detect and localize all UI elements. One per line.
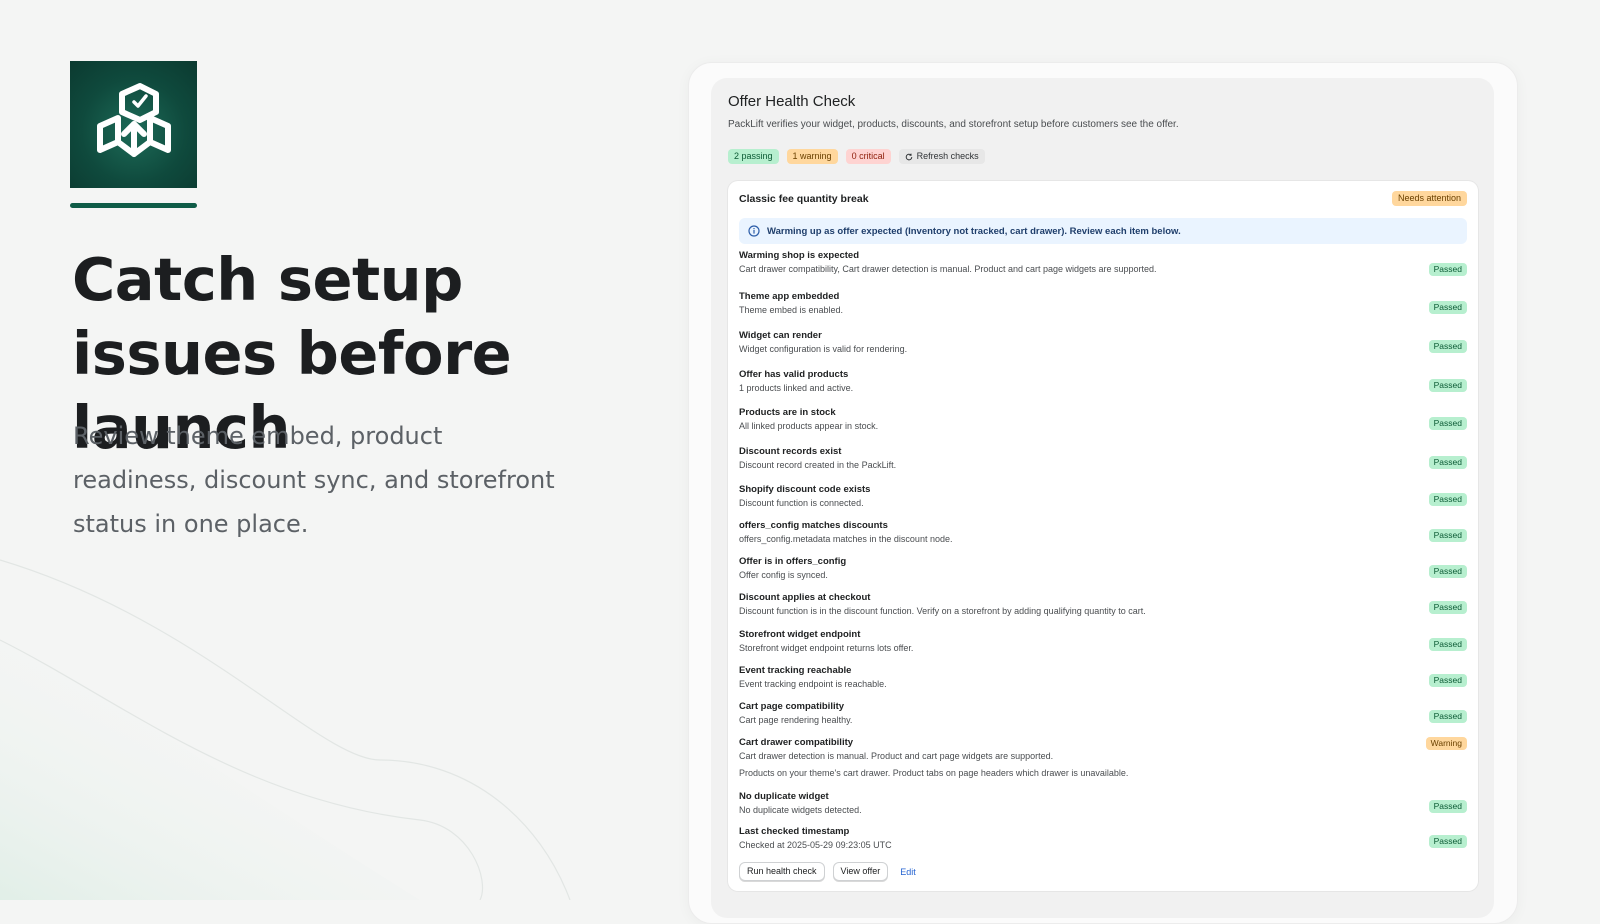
panel-title: Offer Health Check	[728, 93, 856, 110]
check-description: Theme embed is enabled.	[739, 305, 844, 315]
critical-badge: 0 critical	[845, 149, 891, 164]
check-item: Shopify discount code exists Discount fu…	[739, 483, 1467, 510]
check-status-badge: Passed	[1428, 379, 1467, 392]
check-description: Discount function is in the discount fun…	[739, 606, 1146, 616]
info-icon	[748, 225, 760, 237]
check-description: Cart drawer detection is manual. Product…	[739, 751, 1054, 761]
check-description: offers_config.metadata matches in the di…	[739, 534, 953, 544]
run-health-check-button[interactable]: Run health check	[739, 862, 825, 881]
check-item: Offer has valid products 1 products link…	[739, 368, 1467, 395]
check-status-badge: Passed	[1428, 493, 1467, 506]
check-status-badge: Passed	[1428, 800, 1467, 813]
check-title: Warming shop is expected	[739, 250, 860, 261]
check-item: Offer is in offers_config Offer config i…	[739, 555, 1467, 582]
check-title: Discount applies at checkout	[739, 592, 871, 603]
check-description: Discount record created in the PackLift.	[739, 460, 897, 470]
card-actions: Run health check View offer Edit	[739, 862, 916, 881]
check-item: No duplicate widget No duplicate widgets…	[739, 790, 1467, 817]
offer-check-card: Classic fee quantity break Needs attenti…	[728, 181, 1478, 891]
check-item: Products are in stock All linked product…	[739, 406, 1467, 433]
check-description: Cart page rendering healthy.	[739, 715, 853, 725]
check-title: Offer is in offers_config	[739, 556, 847, 567]
check-title: Event tracking reachable	[739, 665, 852, 676]
check-title: Shopify discount code exists	[739, 484, 871, 495]
check-status-badge: Passed	[1428, 710, 1467, 723]
check-status-badge: Passed	[1428, 263, 1467, 276]
check-description: Cart drawer compatibility, Cart drawer d…	[739, 264, 1157, 274]
check-item: Discount applies at checkout Discount fu…	[739, 591, 1467, 618]
check-description: Storefront widget endpoint returns lots …	[739, 643, 914, 653]
check-status-badge: Passed	[1428, 417, 1467, 430]
check-title: Offer has valid products	[739, 369, 849, 380]
check-description: Discount function is connected.	[739, 498, 864, 508]
info-banner: Warming up as offer expected (Inventory …	[739, 218, 1467, 244]
packlift-logo	[70, 61, 197, 188]
warning-badge: 1 warning	[786, 149, 838, 164]
passing-badge: 2 passing	[728, 149, 779, 164]
check-title: Storefront widget endpoint	[739, 629, 861, 640]
check-title: Theme app embedded	[739, 291, 840, 302]
check-status-badge: Passed	[1428, 565, 1467, 578]
check-title: No duplicate widget	[739, 791, 829, 802]
needs-attention-badge: Needs attention	[1391, 191, 1467, 206]
check-item: offers_config matches discounts offers_c…	[739, 519, 1467, 546]
check-title: offers_config matches discounts	[739, 520, 888, 531]
check-description: No duplicate widgets detected.	[739, 805, 862, 815]
check-detail: Products on your theme's cart drawer. Pr…	[739, 768, 1129, 778]
check-item: Cart drawer compatibility Cart drawer de…	[739, 736, 1467, 780]
check-status-badge: Passed	[1428, 301, 1467, 314]
check-description: All linked products appear in stock.	[739, 421, 879, 431]
check-description: 1 products linked and active.	[739, 383, 854, 393]
refresh-icon	[905, 153, 912, 160]
refresh-checks-label: Refresh checks	[916, 151, 979, 161]
check-item: Discount records exist Discount record c…	[739, 445, 1467, 472]
check-description: Event tracking endpoint is reachable.	[739, 679, 887, 689]
packlift-logo-icon	[96, 82, 171, 157]
refresh-checks-button[interactable]: Refresh checks	[898, 149, 985, 164]
check-title: Discount records exist	[739, 446, 842, 457]
check-item: Widget can render Widget configuration i…	[739, 329, 1467, 356]
check-item: Warming shop is expected Cart drawer com…	[739, 249, 1467, 276]
info-banner-text: Warming up as offer expected (Inventory …	[767, 225, 1181, 237]
summary-badges: 2 passing 1 warning 0 critical Refresh c…	[728, 149, 985, 164]
logo-underline	[70, 203, 197, 208]
check-status-badge: Passed	[1428, 601, 1467, 614]
check-status-badge: Passed	[1428, 529, 1467, 542]
check-status-badge: Passed	[1428, 835, 1467, 848]
check-title: Cart page compatibility	[739, 701, 845, 712]
hero-subtitle: Review theme embed, product readiness, d…	[73, 422, 555, 538]
check-description: Offer config is synced.	[739, 570, 828, 580]
check-description: Widget configuration is valid for render…	[739, 344, 908, 354]
check-item: Cart page compatibility Cart page render…	[739, 700, 1467, 727]
offer-name: Classic fee quantity break	[739, 193, 869, 205]
edit-link[interactable]: Edit	[900, 867, 916, 877]
check-status-badge: Passed	[1428, 340, 1467, 353]
check-title: Products are in stock	[739, 407, 836, 418]
check-title: Cart drawer compatibility	[739, 737, 854, 748]
check-item: Last checked timestamp Checked at 2025-0…	[739, 825, 1467, 852]
check-item: Event tracking reachable Event tracking …	[739, 664, 1467, 691]
check-item: Storefront widget endpoint Storefront wi…	[739, 628, 1467, 655]
check-title: Last checked timestamp	[739, 826, 850, 837]
check-status-badge: Warning	[1425, 737, 1467, 750]
check-title: Widget can render	[739, 330, 822, 341]
check-status-badge: Passed	[1428, 674, 1467, 687]
check-status-badge: Passed	[1428, 456, 1467, 469]
panel-description: PackLift verifies your widget, products,…	[728, 119, 1179, 130]
view-offer-button[interactable]: View offer	[832, 862, 889, 881]
check-item: Theme app embedded Theme embed is enable…	[739, 290, 1467, 317]
check-description: Checked at 2025-05-29 09:23:05 UTC	[739, 840, 892, 850]
check-status-badge: Passed	[1428, 638, 1467, 651]
